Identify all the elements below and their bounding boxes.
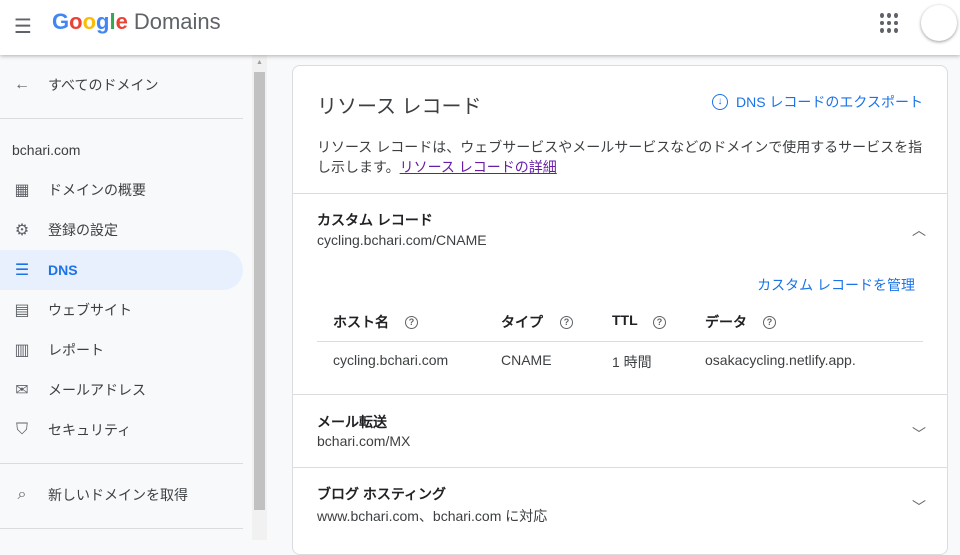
logo[interactable]: Google Domains bbox=[52, 9, 221, 35]
avatar[interactable] bbox=[921, 5, 957, 41]
export-label: DNS レコードのエクスポート bbox=[735, 94, 923, 110]
search-icon: ⌕ bbox=[17, 486, 27, 503]
chart-icon: ▥ bbox=[14, 342, 30, 359]
arrow-back-icon: ← bbox=[14, 76, 30, 93]
sidebar-item-label: レポート bbox=[48, 342, 104, 358]
sidebar-item-overview[interactable]: ▦ ドメインの概要 bbox=[0, 170, 243, 210]
section-subtitle: cycling.bchari.com/CNAME bbox=[317, 232, 487, 248]
app-header: ☰ Google Domains bbox=[0, 0, 960, 55]
sidebar: ← すべてのドメイン bchari.com ▦ ドメインの概要 ⚙ 登録の設定 ☰ DN… bbox=[0, 55, 251, 540]
mail-icon: ✉ bbox=[15, 382, 29, 399]
cell-host: cycling.bchari.com bbox=[333, 352, 449, 368]
divider bbox=[317, 341, 923, 342]
page-title: リソース レコード bbox=[317, 96, 482, 118]
scrollbar-thumb[interactable] bbox=[254, 72, 265, 510]
cell-ttl: 1 時間 bbox=[612, 354, 652, 370]
divider bbox=[0, 118, 243, 119]
help-icon[interactable]: ? bbox=[405, 316, 418, 329]
gear-icon: ⚙ bbox=[14, 222, 30, 239]
chevron-down-icon[interactable]: ﹀ bbox=[912, 424, 926, 444]
sidebar-item-label: メールアドレス bbox=[48, 382, 146, 398]
google-logo: Google bbox=[52, 9, 128, 34]
section-title: カスタム レコード bbox=[317, 212, 433, 228]
help-icon[interactable]: ? bbox=[763, 316, 776, 329]
divider bbox=[293, 394, 947, 395]
column-header-host: ホスト名 bbox=[333, 314, 389, 330]
dns-icon: ☰ bbox=[14, 262, 30, 279]
help-icon[interactable]: ? bbox=[560, 316, 573, 329]
description: リソース レコードは、ウェブサービスやメールサービスなどのドメインで使用するサー… bbox=[317, 137, 927, 177]
dashboard-icon: ▦ bbox=[14, 182, 30, 199]
divider bbox=[0, 463, 243, 464]
get-new-domain[interactable]: ⌕ 新しいドメインを取得 bbox=[0, 475, 243, 515]
website-icon: ▤ bbox=[14, 302, 30, 319]
scroll-up-icon[interactable]: ▲ bbox=[256, 59, 263, 66]
details-link[interactable]: リソース レコードの詳細 bbox=[400, 159, 557, 175]
section-subtitle: bchari.com/MX bbox=[317, 433, 411, 449]
cell-type: CNAME bbox=[501, 352, 552, 368]
manage-custom-records-link[interactable]: カスタム レコードを管理 bbox=[757, 275, 915, 295]
divider bbox=[293, 467, 947, 468]
section-subtitle: www.bchari.com、bchari.com に対応 bbox=[317, 508, 548, 524]
download-icon: ↓ bbox=[711, 94, 728, 110]
apps-icon[interactable] bbox=[880, 13, 900, 33]
section-title: メール転送 bbox=[317, 414, 387, 430]
column-header-ttl: TTL bbox=[612, 312, 638, 328]
divider bbox=[293, 193, 947, 194]
chevron-down-icon[interactable]: ﹀ bbox=[912, 497, 926, 517]
sidebar-item-email[interactable]: ✉ メールアドレス bbox=[0, 370, 243, 410]
sidebar-item-website[interactable]: ▤ ウェブサイト bbox=[0, 290, 243, 330]
get-domain-label: 新しいドメインを取得 bbox=[48, 487, 188, 503]
sidebar-item-security[interactable]: ⛉ セキュリティ bbox=[0, 410, 243, 450]
sidebar-item-label: DNS bbox=[48, 262, 78, 278]
section-title: ブログ ホスティング bbox=[317, 486, 447, 502]
help-icon[interactable]: ? bbox=[653, 316, 666, 329]
product-name: Domains bbox=[133, 9, 221, 34]
back-label: すべてのドメイン bbox=[48, 77, 159, 93]
sidebar-item-label: ウェブサイト bbox=[48, 302, 132, 318]
sidebar-item-label: セキュリティ bbox=[48, 422, 132, 438]
divider bbox=[0, 528, 243, 529]
sidebar-item-registration[interactable]: ⚙ 登録の設定 bbox=[0, 210, 243, 250]
scrollbar[interactable]: ▲ bbox=[252, 55, 267, 540]
sidebar-item-label: 登録の設定 bbox=[48, 222, 118, 238]
column-header-data: データ bbox=[705, 314, 747, 330]
domain-name: bchari.com bbox=[12, 142, 81, 158]
column-header-type: タイプ bbox=[501, 314, 543, 330]
sidebar-item-reports[interactable]: ▥ レポート bbox=[0, 330, 243, 370]
cell-data: osakacycling.netlify.app. bbox=[705, 352, 856, 368]
sidebar-item-label: ドメインの概要 bbox=[48, 182, 146, 198]
back-to-all-domains[interactable]: ← すべてのドメイン bbox=[0, 65, 243, 105]
shield-icon: ⛉ bbox=[15, 421, 28, 438]
menu-icon[interactable]: ☰ bbox=[14, 14, 32, 39]
resource-records-card: リソース レコード ↓ DNS レコードのエクスポート リソース レコードは、ウェ… bbox=[292, 65, 948, 555]
export-dns-button[interactable]: ↓ DNS レコードのエクスポート bbox=[711, 92, 923, 112]
sidebar-item-dns[interactable]: ☰ DNS bbox=[0, 250, 243, 290]
chevron-up-icon[interactable]: ︿ bbox=[912, 220, 926, 240]
